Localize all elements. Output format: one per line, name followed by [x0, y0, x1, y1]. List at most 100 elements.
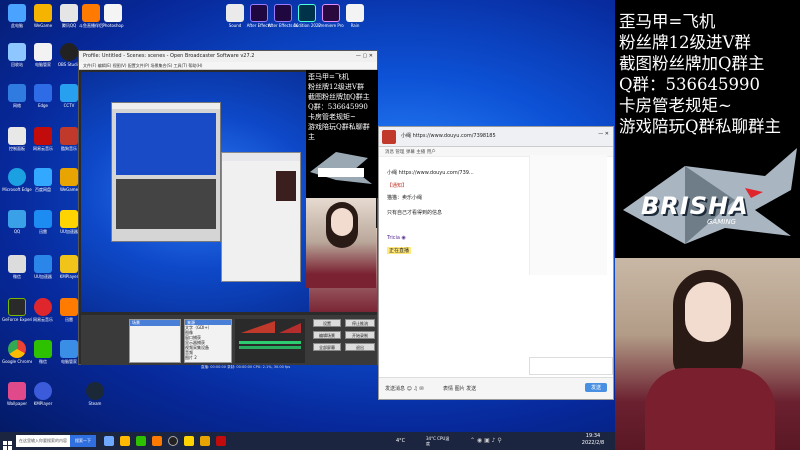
after-effects-icon [274, 4, 292, 22]
chat-toolbar-right[interactable]: 表情 图片 发送 [443, 385, 476, 392]
edit-scene-button[interactable]: 编辑场景 [313, 331, 341, 339]
after-effects-icon [250, 4, 268, 22]
desktop-overlay-copy: 歪马甲=飞机 粉丝牌12级进V群 截图粉丝牌加Q群主 Q群：536645990 … [306, 70, 378, 198]
desktop-icon-ps[interactable]: Photoshop [98, 4, 128, 36]
chat-message: 只有自己才看得到的信息 [387, 210, 443, 216]
douyu-taskbar-icon[interactable] [152, 436, 162, 446]
player-icon [34, 382, 52, 400]
window-controls[interactable]: — ▢ ✕ [356, 53, 373, 60]
person-shoulders [645, 368, 775, 450]
chat-room-url: 小绳 https://www.douyu.com/7398185 [401, 133, 496, 139]
audio-mixer[interactable] [235, 319, 305, 363]
wechat-taskbar-icon[interactable] [136, 436, 146, 446]
file-explorer-icon[interactable] [120, 436, 130, 446]
chrome-icon [8, 340, 26, 358]
sources-panel[interactable]: 来源 文字（GDI+） 图像 窗口捕获 显示器捕获 视频采集设备 音频 图片 2 [184, 319, 232, 363]
chat-input[interactable] [529, 357, 613, 375]
app-icon [60, 84, 78, 102]
settings-button[interactable]: 设置 [313, 319, 341, 327]
obs-status-bar: 直播: 00:00:00 录制: 00:00:00 CPU: 2.1%, 30.… [201, 365, 291, 369]
wechat-icon [8, 255, 26, 273]
app-taskbar-icon[interactable] [200, 436, 210, 446]
system-tray-icons[interactable]: ⌃ ◉ ▣ ♪ ⚲ [470, 437, 502, 444]
download-icon [34, 210, 52, 228]
clock-time: 19:34 [585, 433, 601, 439]
start-record-button[interactable]: 开始录制 [345, 331, 375, 339]
source-item[interactable]: 图片 2 [185, 355, 231, 360]
chat-header[interactable]: 小绳 https://www.douyu.com/7398185 — ✕ [379, 127, 613, 147]
cpu-temp-text[interactable]: 34°C CPU温度 [426, 436, 450, 446]
overlay-line: 截图粉丝牌加Q群主 [619, 54, 765, 73]
netease-icon [34, 298, 52, 316]
obs-title: Profile: Untitled - Scenes: scenes - Ope… [83, 53, 255, 59]
app-taskbar-icon[interactable] [184, 436, 194, 446]
edge-icon [8, 168, 26, 186]
streamer-avatar [382, 130, 396, 144]
chat-window[interactable]: 小绳 https://www.douyu.com/7398185 — ✕ 消息 … [378, 126, 614, 400]
chat-footer: 发送消息 ☺ ♫ ✉ 表情 图片 发送 发送 [379, 377, 613, 399]
obs-icon [60, 43, 78, 61]
app-icon [60, 168, 78, 186]
computer-icon [8, 4, 26, 22]
task-view-icon[interactable] [104, 436, 114, 446]
brand-logo-text: BRISHA [641, 192, 749, 220]
chat-side-panel [529, 155, 607, 275]
overlay-copy-line: Q群：536645990 [308, 103, 368, 111]
chat-message: 小绳 https://www.douyu.com/739... [387, 170, 474, 176]
scenes-panel[interactable]: 场景 [129, 319, 181, 363]
obs-titlebar[interactable]: Profile: Untitled - Scenes: scenes - Ope… [79, 51, 377, 62]
app-taskbar-icon[interactable] [216, 436, 226, 446]
premiere-icon [322, 4, 340, 22]
chat-message: Tricia ◉ [387, 235, 406, 241]
obs-taskbar-icon[interactable] [168, 436, 178, 446]
chat-icon [34, 340, 52, 358]
overlay-line: 歪马甲=飞机 [619, 12, 716, 31]
audio-level-bar [239, 346, 301, 349]
shark-logo-icon [310, 152, 372, 184]
clock-date: 2022/2/8 [581, 440, 605, 446]
audition-icon [298, 4, 316, 22]
desktop-icon-rain[interactable]: Rain [340, 4, 370, 36]
shield-icon [60, 340, 78, 358]
recycle-bin-icon [8, 43, 26, 61]
accelerator-icon [34, 255, 52, 273]
taskbar-clock[interactable]: 19:34 2022/2/8 [578, 433, 608, 447]
taskbar-search-button[interactable]: 搜索一下 [70, 435, 96, 447]
steam-icon [86, 382, 104, 400]
overlay-copy-line: 卡房管老规矩~ [308, 113, 356, 121]
obs-dock: 场景 来源 文字（GDI+） 图像 窗口捕获 显示器捕获 视频采集设备 音频 图… [81, 315, 377, 369]
wegame-icon [34, 4, 52, 22]
webcam-feed [615, 258, 800, 450]
nested-obs-window [111, 102, 221, 242]
window-controls[interactable]: — ✕ [598, 131, 609, 137]
overlay-line: 游戏陪玩Q群私聊群主 [619, 117, 782, 136]
desktop-icon-steam[interactable]: Steam [80, 382, 110, 414]
app-icon [60, 255, 78, 273]
windows-start-icon[interactable] [3, 436, 13, 450]
person-face [685, 282, 731, 342]
qq-icon [8, 210, 26, 228]
exit-button[interactable]: 退出 [345, 343, 375, 351]
app-icon [60, 210, 78, 228]
app-icon [60, 298, 78, 316]
overlay-copy-line: 粉丝牌12级进V群 [308, 83, 364, 91]
file-icon [226, 4, 244, 22]
taskbar: 在这里输入你要搜索的内容 搜索一下 4°C 34°C CPU温度 ⌃ ◉ ▣ ♪… [0, 432, 615, 450]
audio-level-bar [239, 341, 301, 344]
stop-stream-button[interactable]: 停止推流 [345, 319, 375, 327]
volume-meter-icon [241, 321, 301, 333]
document-icon [34, 43, 52, 61]
chat-message: 【通知】 [387, 183, 408, 189]
obs-menubar[interactable]: 文件(F) 编辑(E) 视图(V) 配置文件(P) 场景集合(S) 工具(T) … [79, 62, 377, 70]
music-icon [34, 127, 52, 145]
nested-chat-window [221, 152, 301, 282]
desktop-icon-kmp[interactable]: KMPlayer [28, 382, 58, 414]
weather-text[interactable]: 4°C [396, 438, 405, 444]
chat-message-live: 正在直播 [387, 247, 412, 254]
overlay-line: 卡房管老规矩~ [619, 96, 732, 115]
fullscreen-button[interactable]: 全部屏幕 [313, 343, 341, 351]
send-button[interactable]: 发送 [584, 383, 607, 392]
app-icon [60, 127, 78, 145]
chat-toolbar[interactable]: 发送消息 ☺ ♫ ✉ [385, 385, 424, 392]
browser-icon [34, 84, 52, 102]
